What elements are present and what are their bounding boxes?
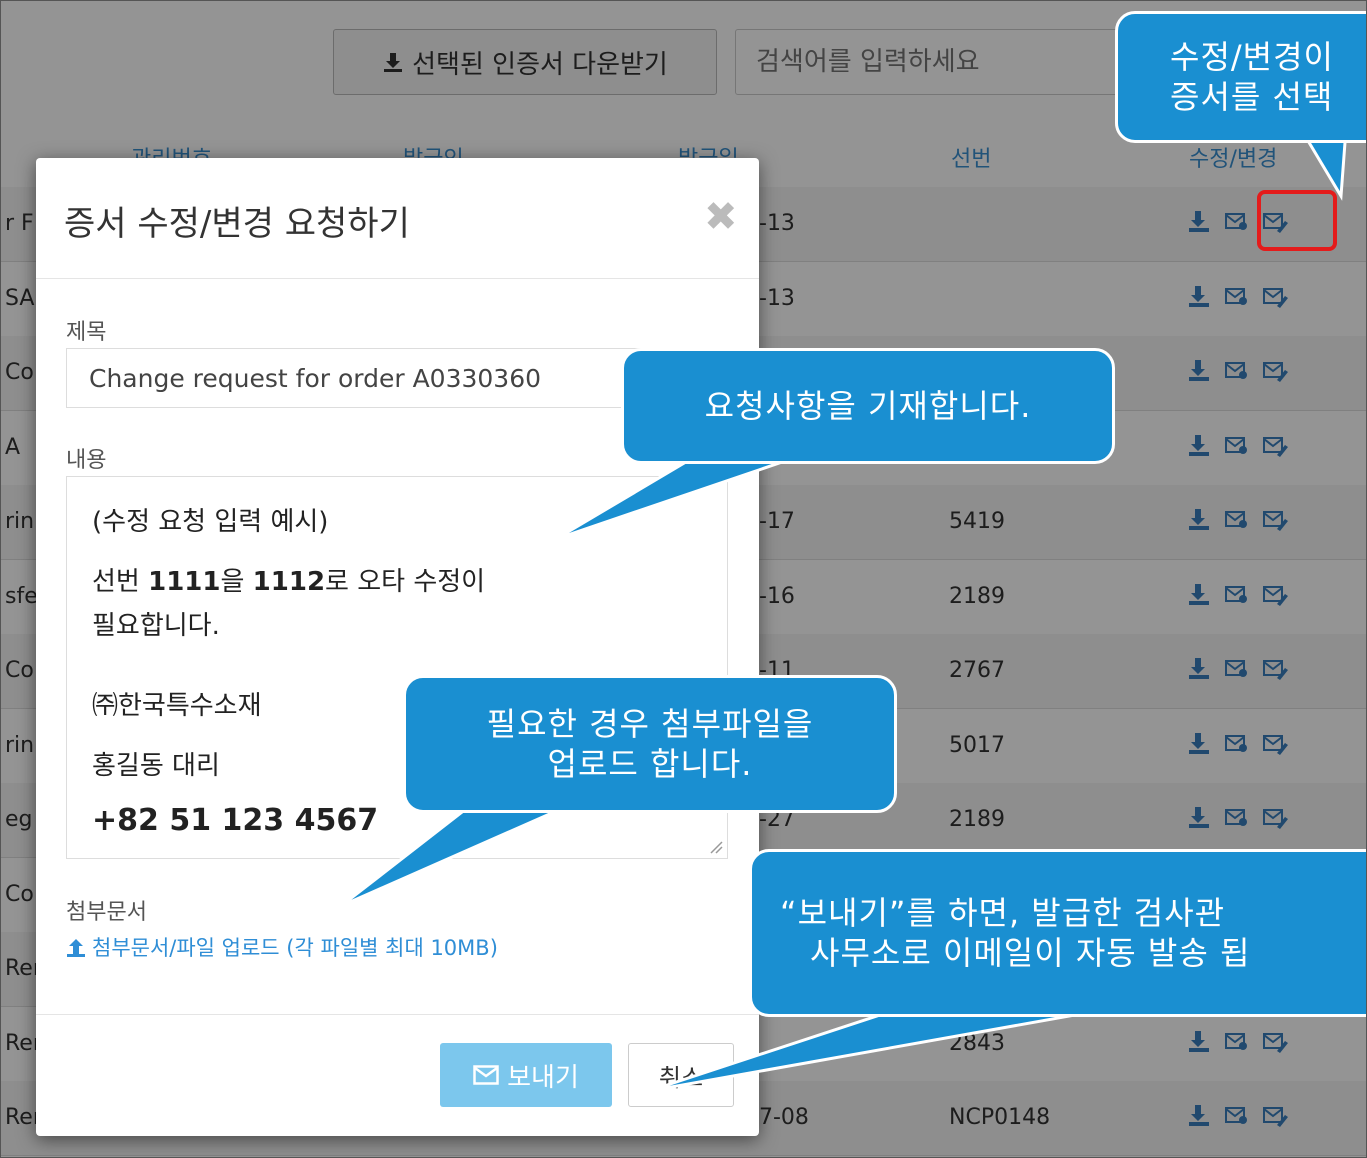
app-frame: 선택된 인증서 다운받기 관리번호 발급인 발급일 선번 수정/변경 r F-1… (0, 0, 1367, 1158)
callout-send: “보내기”를 하면, 발급한 검사관 사무소로 이메일이 자동 발송 됩 (749, 849, 1366, 1017)
callout-request-text: 요청사항을 기재합니다. (704, 387, 1032, 425)
callout-request: 요청사항을 기재합니다. (621, 348, 1115, 464)
callout-attach-line-1: 필요한 경우 첨부파일을 (486, 705, 814, 743)
callout-send-line-2: 사무소로 이메일이 자동 발송 됩 (810, 934, 1251, 972)
callout-select-line-1: 수정/변경이 (1170, 38, 1334, 76)
tail-request (555, 457, 792, 541)
callout-select-line-2: 증서를 선택 (1170, 78, 1334, 116)
tail-attach (340, 807, 562, 908)
callout-attach-line-2: 업로드 합니다. (547, 745, 753, 783)
callout-select-certificate: 수정/변경이 증서를 선택 (1115, 11, 1366, 143)
callout-attach: 필요한 경우 첨부파일을 업로드 합니다. (403, 675, 897, 813)
tail-send (648, 1011, 1087, 1093)
callout-send-line-1: “보내기”를 하면, 발급한 검사관 (780, 894, 1226, 932)
